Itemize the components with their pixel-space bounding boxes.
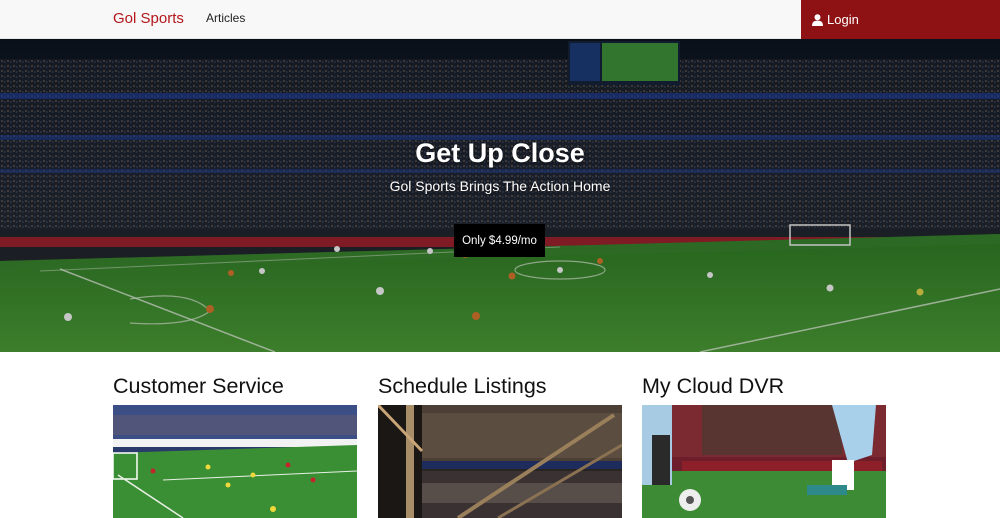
user-icon <box>812 13 823 26</box>
feature-title: Customer Service <box>113 374 284 398</box>
top-navbar: Gol Sports Articles Login <box>0 0 1000 39</box>
hero-banner: Get Up Close Gol Sports Brings The Actio… <box>0 39 1000 352</box>
stadium-hero-image <box>0 39 1000 352</box>
my-cloud-dvr-image[interactable] <box>642 405 886 518</box>
feature-title: Schedule Listings <box>378 374 547 398</box>
login-label: Login <box>827 12 859 27</box>
feature-card-schedule-listings: Schedule Listings <box>378 373 622 518</box>
hero-title: Get Up Close <box>415 138 585 168</box>
feature-card-customer-service: Customer Service <box>113 373 357 518</box>
brand-logo-link[interactable]: Gol Sports <box>113 10 184 27</box>
pricing-cta-button[interactable]: Only $4.99/mo <box>454 224 545 257</box>
login-button[interactable]: Login <box>801 0 1000 39</box>
nav-link-articles[interactable]: Articles <box>206 11 245 25</box>
feature-title: My Cloud DVR <box>642 374 785 398</box>
customer-service-image[interactable] <box>113 405 357 518</box>
hero-subtitle: Gol Sports Brings The Action Home <box>389 178 611 194</box>
schedule-listings-image[interactable] <box>378 405 622 518</box>
feature-card-my-cloud-dvr: My Cloud DVR <box>642 373 886 518</box>
